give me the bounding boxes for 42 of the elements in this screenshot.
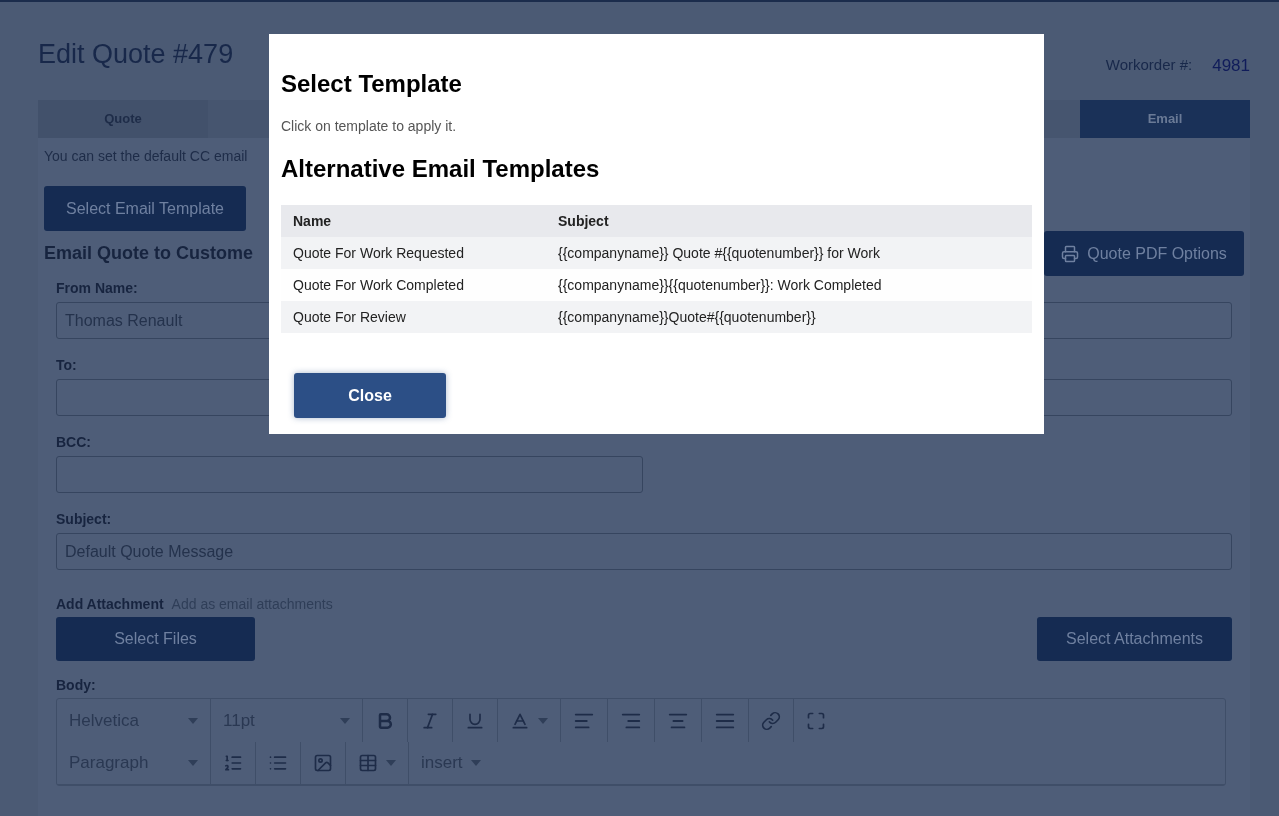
field-label: Subject: [56,510,112,529]
bullet-list-icon [268,753,288,773]
column-header: Subject [557,211,610,231]
tab[interactable]: Email [1080,100,1250,138]
field-label: To: [56,356,77,375]
close-button[interactable]: Close [294,373,446,418]
field-label: Body: [56,676,96,695]
link-icon [761,710,781,731]
field-label: BCC: [56,433,91,452]
select-attachments-button[interactable]: Select Attachments [1037,617,1232,661]
dialog-subtitle: Alternative Email Templates [281,154,601,184]
italic-icon [420,710,440,731]
field-label: From Name: [56,279,138,298]
dialog-title: Select Template [281,69,463,99]
table-icon [358,753,378,773]
caret-icon [188,717,198,724]
table-cell-text: {{companyname}}{{quotenumber}}: Work Completed [557,275,883,295]
workorder-number: 4981 [1212,54,1250,77]
table-cell-text: Quote For Work Completed [292,275,465,295]
printer-icon [1061,244,1080,263]
image-icon [313,753,333,773]
quote-pdf-options-button[interactable]: Quote PDF Options [1044,231,1244,276]
table-cell-text: Quote For Review [292,307,407,327]
select-files-button[interactable]: Select Files [56,617,255,661]
table-cell-text: {{companyname}}Quote#{{quotenumber}} [557,307,817,327]
table-cell-text: Quote For Work Requested [292,243,465,263]
template-row[interactable]: Quote For Review {{companyname}}Quote#{{quotenumber}} [281,301,1032,333]
dialog-hint: Click on template to apply it. [281,117,458,136]
caret-icon [386,760,396,766]
expand-icon [806,710,826,731]
caret-icon [538,717,548,724]
numbered-list-icon [223,753,243,773]
section-title: Email Quote to Custome [44,242,254,265]
table-cell-text: {{companyname}} Quote #{{quotenumber}} for Work [557,243,881,263]
caret-icon [188,760,198,766]
attachment-label: Add Attachment [56,595,164,614]
input-field[interactable] [56,456,643,493]
caret-icon [340,717,350,724]
template-row[interactable]: Quote For Work Requested {{companyname}} Quote #{{quotenumber}} for Work [281,237,1032,269]
select-email-template-button[interactable]: Select Email Template [44,186,246,231]
caret-icon [470,760,481,766]
column-header: Name [292,211,333,231]
